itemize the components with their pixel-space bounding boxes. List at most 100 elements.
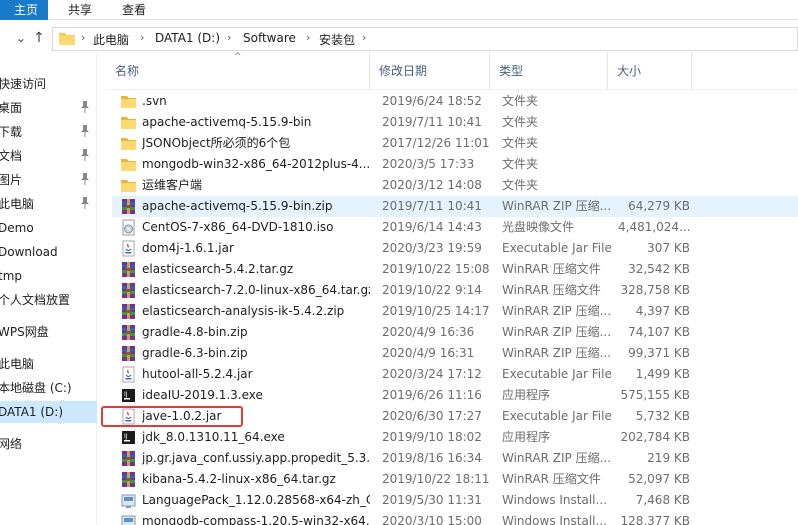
chevron-right-icon[interactable]: › [81,31,85,44]
breadcrumb-software[interactable]: Software [243,31,296,45]
table-row[interactable]: elasticsearch-7.2.0-linux-x86_64.tar.gz 2… [112,280,798,301]
column-header-name[interactable]: 名称 [106,52,370,90]
tab-share[interactable]: 共享 [68,1,92,18]
nav-item[interactable]: Demo [0,217,97,239]
winrar-icon [122,472,135,487]
nav-item-label: DATA1 (D:) [0,405,64,419]
table-row[interactable]: 运维客户端 2020/3/12 14:08 文件夹 [112,175,798,196]
table-row[interactable]: apache-activemq-5.15.9-bin 2019/7/11 10:4… [112,112,798,133]
table-row[interactable]: apache-activemq-5.15.9-bin.zip 2019/7/11 … [112,196,798,217]
nav-item-label: 图片 [0,173,23,187]
nav-item[interactable]: 网络 [0,433,97,455]
nav-item[interactable]: 个人文档放置 [0,289,97,311]
nav-item[interactable]: 下载 [0,121,97,143]
table-row[interactable]: gradle-4.8-bin.zip 2020/4/9 16:36 WinRAR Z… [112,322,798,343]
breadcrumb-data1[interactable]: DATA1 (D:) [155,31,220,45]
table-row[interactable]: IJ jdk_8.0.1310.11_64.exe 2019/9/10 18:02 应… [112,427,798,448]
up-arrow-icon[interactable]: ↑ [32,30,46,46]
file-size: 128,377 KB [620,514,690,525]
chevron-right-icon[interactable]: › [306,31,310,44]
chevron-right-icon[interactable]: › [140,31,144,44]
file-type: WinRAR ZIP 压缩... [502,304,612,318]
column-header-date[interactable]: 修改日期 [370,52,490,90]
table-row[interactable]: jp.gr.java_conf.ussiy.app.propedit_5.3..… [112,448,798,469]
highlight-box [101,406,243,427]
winrar-icon [122,199,135,214]
file-list: ^ 名称 修改日期 类型 大小 .svn 2019/6/24 18:52 文件夹 ap… [106,52,798,525]
table-row[interactable]: kibana-5.4.2-linux-x86_64.tar.gz 2019/10/… [112,469,798,490]
nav-item-label: Demo [0,221,34,235]
column-header-size[interactable]: 大小 [608,52,692,90]
pin-icon[interactable] [80,173,90,185]
nav-item[interactable]: WPS网盘 [0,321,97,343]
nav-item[interactable]: DATA1 (D:) [0,401,97,423]
file-size [618,133,690,154]
nav-item-label: 下载 [0,125,23,139]
file-type: 文件夹 [502,115,539,129]
file-name: ideaIU-2019.1.3.exe [142,388,263,402]
file-size: 328,758 KB [620,283,690,297]
chevron-right-icon[interactable]: › [227,31,231,44]
breadcrumb-installers[interactable]: 安装包 [319,31,355,48]
file-type: 文件夹 [502,136,539,150]
winrar-icon [122,304,135,319]
address-bar[interactable]: › 此电脑 › DATA1 (D:) › Software › 安装包 › [52,27,798,51]
table-row[interactable]: hutool-all-5.2.4.jar 2020/3/24 17:12 Execu… [112,364,798,385]
table-row[interactable]: IJ ideaIU-2019.1.3.exe 2019/6/26 11:16 应用程序… [112,385,798,406]
table-row[interactable]: elasticsearch-5.4.2.tar.gz 2019/10/22 15:… [112,259,798,280]
installer-icon [121,515,136,525]
table-row[interactable]: mongodb-win32-x86_64-2012plus-4.... 2020/… [112,154,798,175]
tab-view[interactable]: 查看 [122,1,146,18]
pin-icon[interactable] [80,197,90,209]
file-size [618,175,690,196]
jar-icon [122,240,135,257]
file-name: mongodb-compass-1.20.5-win32-x64... [142,514,370,525]
file-name: kibana-5.4.2-linux-x86_64.tar.gz [142,472,336,486]
table-row[interactable]: .svn 2019/6/24 18:52 文件夹 [112,91,798,112]
file-date: 2020/3/5 17:33 [382,157,475,171]
file-size: 64,279 KB [628,199,690,213]
nav-item[interactable]: tmp [0,265,97,287]
chevron-right-icon[interactable]: › [362,31,366,44]
pin-icon[interactable] [80,101,90,113]
file-date: 2019/10/22 15:08 [382,262,490,276]
recent-locations-icon[interactable]: ⌄ [14,30,28,46]
nav-item-label: 文档 [0,149,23,163]
table-row[interactable]: LanguagePack_1.12.0.28568-x64-zh_C... 201… [112,490,798,511]
ribbon-tabs: 主页 共享 查看 [0,0,798,20]
file-date: 2019/10/25 14:17 [382,304,490,318]
table-row[interactable]: JSONObject所必须的6个包 2017/12/26 11:01 文件夹 [112,133,798,154]
pin-icon[interactable] [80,125,90,137]
nav-item-label: 此电脑 [0,197,35,211]
file-date: 2020/3/24 17:12 [382,367,482,381]
nav-item[interactable]: 此电脑 [0,353,97,375]
installer-icon [121,494,136,508]
file-name: jp.gr.java_conf.ussiy.app.propedit_5.3..… [142,451,370,465]
winrar-icon [122,451,135,466]
breadcrumb-this-pc[interactable]: 此电脑 [93,31,129,48]
nav-item[interactable]: 此电脑 [0,193,97,215]
nav-item[interactable]: 本地磁盘 (C:) [0,377,97,399]
table-row[interactable]: CentOS-7-x86_64-DVD-1810.iso 2019/6/14 14… [112,217,798,238]
file-name: elasticsearch-analysis-ik-5.4.2.zip [142,304,345,318]
pin-icon[interactable] [80,149,90,161]
table-row[interactable]: dom4j-1.6.1.jar 2020/3/23 19:59 Executable… [112,238,798,259]
column-header-type[interactable]: 类型 [490,52,608,90]
nav-item[interactable]: 图片 [0,169,97,191]
table-row[interactable]: mongodb-compass-1.20.5-win32-x64... 2020/… [112,511,798,525]
file-date: 2020/4/9 16:36 [382,325,475,339]
nav-item-label: tmp [0,269,23,283]
nav-item[interactable]: 文档 [0,145,97,167]
table-row[interactable]: gradle-6.3-bin.zip 2020/4/9 16:31 WinRAR Z… [112,343,798,364]
file-name: apache-activemq-5.15.9-bin.zip [142,199,333,213]
table-row[interactable]: elasticsearch-analysis-ik-5.4.2.zip 2019/… [112,301,798,322]
file-type: WinRAR ZIP 压缩... [502,199,612,213]
nav-item[interactable]: 快速访问 [0,73,97,95]
nav-item[interactable]: Download [0,241,97,263]
winrar-icon [122,346,135,361]
file-date: 2019/5/30 11:31 [382,493,482,507]
nav-item-label: 本地磁盘 (C:) [0,381,72,395]
exe-icon: IJ [122,431,135,444]
tab-home[interactable]: 主页 [0,0,49,20]
nav-item[interactable]: 桌面 [0,97,97,119]
